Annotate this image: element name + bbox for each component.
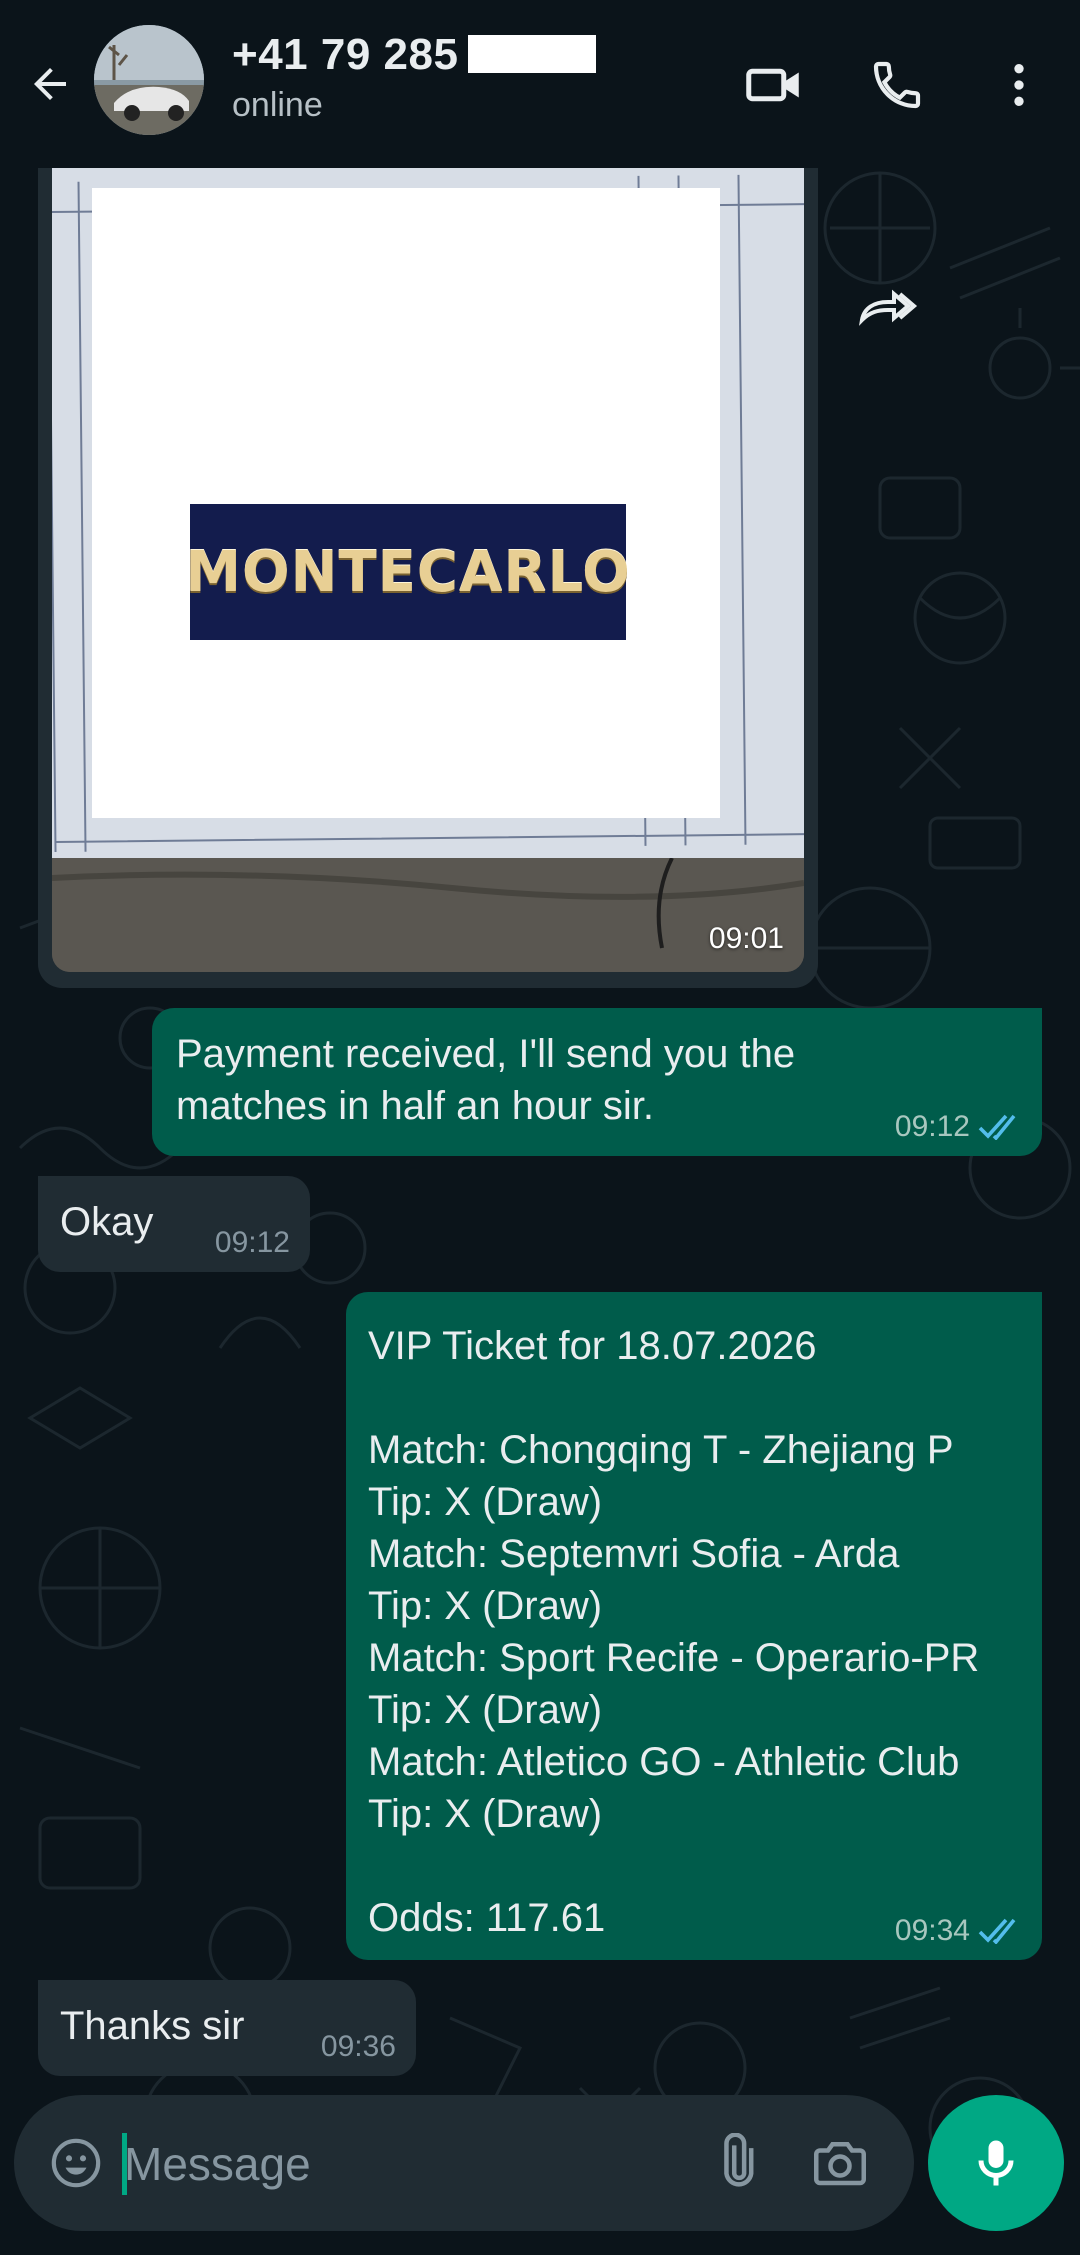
- message-input[interactable]: [122, 2125, 686, 2203]
- attach-icon[interactable]: [700, 2127, 772, 2199]
- message-composer: [14, 2095, 914, 2231]
- logo-text: MONTECARLO: [185, 539, 631, 605]
- forward-icon[interactable]: [840, 270, 936, 338]
- read-ticks-icon: [978, 1114, 1016, 1140]
- message-meta: 09:12: [215, 1228, 290, 1258]
- contact-name[interactable]: +41 79 285: [232, 30, 597, 80]
- voice-call-icon[interactable]: [862, 50, 932, 120]
- contact-number: +41 79 285: [232, 30, 459, 79]
- message-time: 09:34: [894, 1914, 970, 1947]
- redaction-box: [468, 35, 597, 73]
- message-time: 09:12: [894, 1110, 970, 1143]
- mic-icon[interactable]: [928, 2095, 1064, 2231]
- message-meta: 09:34: [895, 1916, 1022, 1946]
- outgoing-message[interactable]: VIP Ticket for 18.07.2026 Match: Chongqi…: [346, 1292, 1042, 1960]
- message-meta: 09:36: [321, 2032, 396, 2062]
- montecarlo-logo: MONTECARLO: [185, 504, 630, 640]
- video-call-icon[interactable]: [740, 50, 810, 120]
- contact-avatar[interactable]: [94, 25, 204, 135]
- message-time: 09:36: [320, 2030, 396, 2063]
- image-message[interactable]: MONTECARLO 09:01: [38, 168, 818, 988]
- incoming-message[interactable]: Thanks sir 09:36: [38, 1980, 416, 2076]
- contact-status: online: [232, 86, 323, 124]
- more-options-icon[interactable]: [984, 50, 1054, 120]
- message-meta: 09:12: [895, 1112, 1022, 1142]
- message-text: VIP Ticket for 18.07.2026 Match: Chongqi…: [368, 1324, 980, 1940]
- back-arrow-icon[interactable]: [20, 54, 80, 114]
- outgoing-message[interactable]: Payment received, I'll send you the matc…: [152, 1008, 1042, 1156]
- read-ticks-icon: [978, 1918, 1016, 1944]
- camera-icon[interactable]: [804, 2127, 876, 2199]
- message-photo[interactable]: MONTECARLO 09:01: [52, 168, 804, 972]
- chat-header: +41 79 285 online: [0, 0, 1080, 168]
- photo-white-card: MONTECARLO: [92, 188, 720, 818]
- message-time: 09:01: [708, 922, 784, 955]
- incoming-message[interactable]: Okay 09:12: [38, 1176, 310, 1272]
- emoji-icon[interactable]: [42, 2129, 110, 2197]
- message-text: Payment received, I'll send you the matc…: [176, 1032, 796, 1128]
- message-time: 09:12: [214, 1226, 290, 1259]
